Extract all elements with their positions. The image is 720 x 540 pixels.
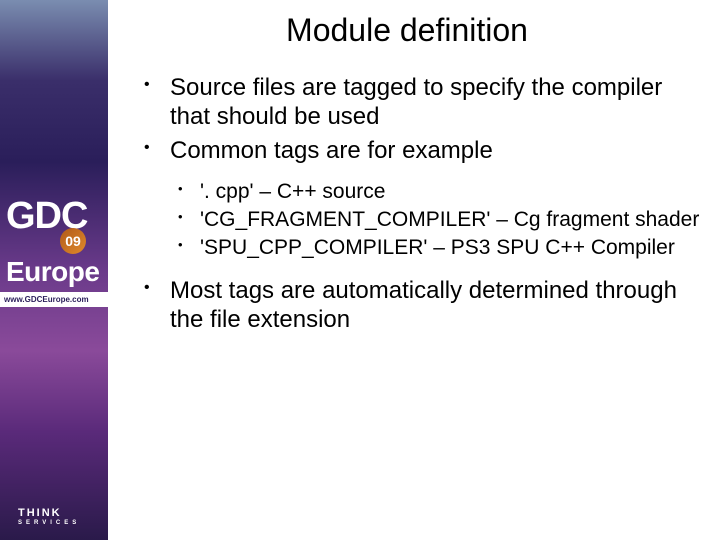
gdc-year-badge: 09 [60, 228, 86, 254]
list-item: Common tags are for example '. cpp' – C+… [134, 136, 700, 262]
list-item: Most tags are automatically determined t… [134, 276, 700, 335]
bullet-text: 'SPU_CPP_COMPILER' – PS3 SPU C++ Compile… [200, 236, 675, 259]
bullet-text: Source files are tagged to specify the c… [170, 74, 662, 130]
slide-title: Module definition [114, 12, 700, 49]
sub-bullet-list: '. cpp' – C++ source 'CG_FRAGMENT_COMPIL… [170, 179, 700, 262]
think-brand: THINK [18, 507, 62, 519]
slide-content: Module definition Source files are tagge… [108, 0, 720, 540]
bullet-text: Most tags are automatically determined t… [170, 277, 677, 333]
bullet-list: Source files are tagged to specify the c… [134, 73, 700, 334]
bullet-text: 'CG_FRAGMENT_COMPILER' – Cg fragment sha… [200, 208, 699, 231]
list-item: 'SPU_CPP_COMPILER' – PS3 SPU C++ Compile… [170, 235, 700, 261]
bullet-text: Common tags are for example [170, 137, 493, 164]
gdc-url-strip: www.GDCEurope.com [0, 292, 108, 307]
think-sub: SERVICES [18, 520, 80, 526]
list-item: '. cpp' – C++ source [170, 179, 700, 205]
bullet-text: '. cpp' – C++ source [200, 180, 385, 203]
list-item: 'CG_FRAGMENT_COMPILER' – Cg fragment sha… [170, 207, 700, 233]
gdc-logo-block: GDC 09 Europe [6, 200, 102, 288]
list-item: Source files are tagged to specify the c… [134, 73, 700, 132]
sidebar-banner: GDC 09 Europe www.GDCEurope.com THINK SE… [0, 0, 108, 540]
think-services-logo: THINK SERVICES [18, 508, 80, 526]
gdc-europe-text: Europe [6, 256, 102, 288]
gdc-logo-text: GDC [6, 200, 102, 232]
